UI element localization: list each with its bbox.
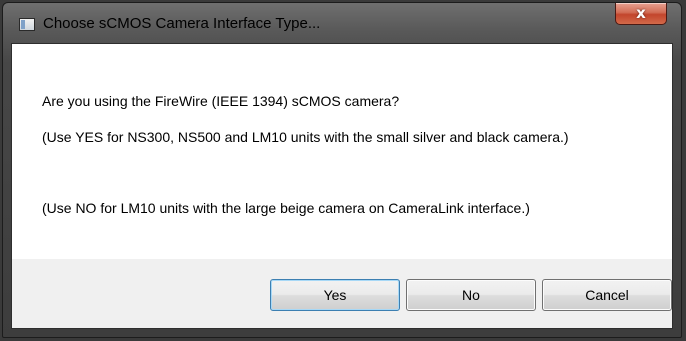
button-bar: Yes No Cancel [12,259,672,328]
message-area: Are you using the FireWire (IEEE 1394) s… [12,44,672,259]
no-hint-text: (Use NO for LM10 units with the large be… [42,200,530,216]
close-button[interactable]: x [615,3,667,25]
close-icon: x [636,4,646,22]
dialog-client-area: Are you using the FireWire (IEEE 1394) s… [11,43,673,329]
cancel-button[interactable]: Cancel [542,279,672,311]
window-title: Choose sCMOS Camera Interface Type... [43,15,321,32]
title-bar[interactable]: Choose sCMOS Camera Interface Type... x [3,3,681,43]
app-window-icon [19,18,35,31]
yes-hint-text: (Use YES for NS300, NS500 and LM10 units… [42,129,569,145]
dialog-window: Choose sCMOS Camera Interface Type... x … [2,2,682,338]
yes-button[interactable]: Yes [270,279,400,311]
no-button[interactable]: No [406,279,536,311]
question-text: Are you using the FireWire (IEEE 1394) s… [42,93,400,109]
